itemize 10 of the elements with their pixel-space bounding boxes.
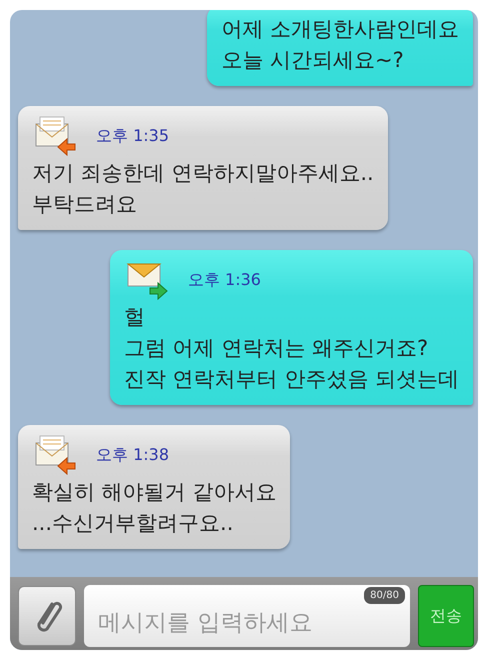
attach-button[interactable] [18, 586, 76, 646]
character-counter: 80/80 [364, 586, 405, 604]
message-time: 오후 1:36 [188, 268, 261, 290]
send-button[interactable]: 전송 [418, 584, 474, 646]
message-text: 확실히 해야될거 같아서요 ...수신거부할려구요.. [32, 479, 276, 537]
message-text: 헐 그럼 어제 연락처는 왜주신거죠? 진작 연락처부터 안주셨음 되셧는데 [124, 304, 459, 393]
message-text: 저기 죄송한데 연락하지말아주세요.. 부탁드려요 [32, 160, 374, 218]
message-text: 어제 소개팅한사람인데요 오늘 시간되세요~? [221, 16, 459, 74]
message-time: 오후 1:35 [96, 124, 170, 146]
message-time: 오후 1:38 [96, 444, 170, 466]
